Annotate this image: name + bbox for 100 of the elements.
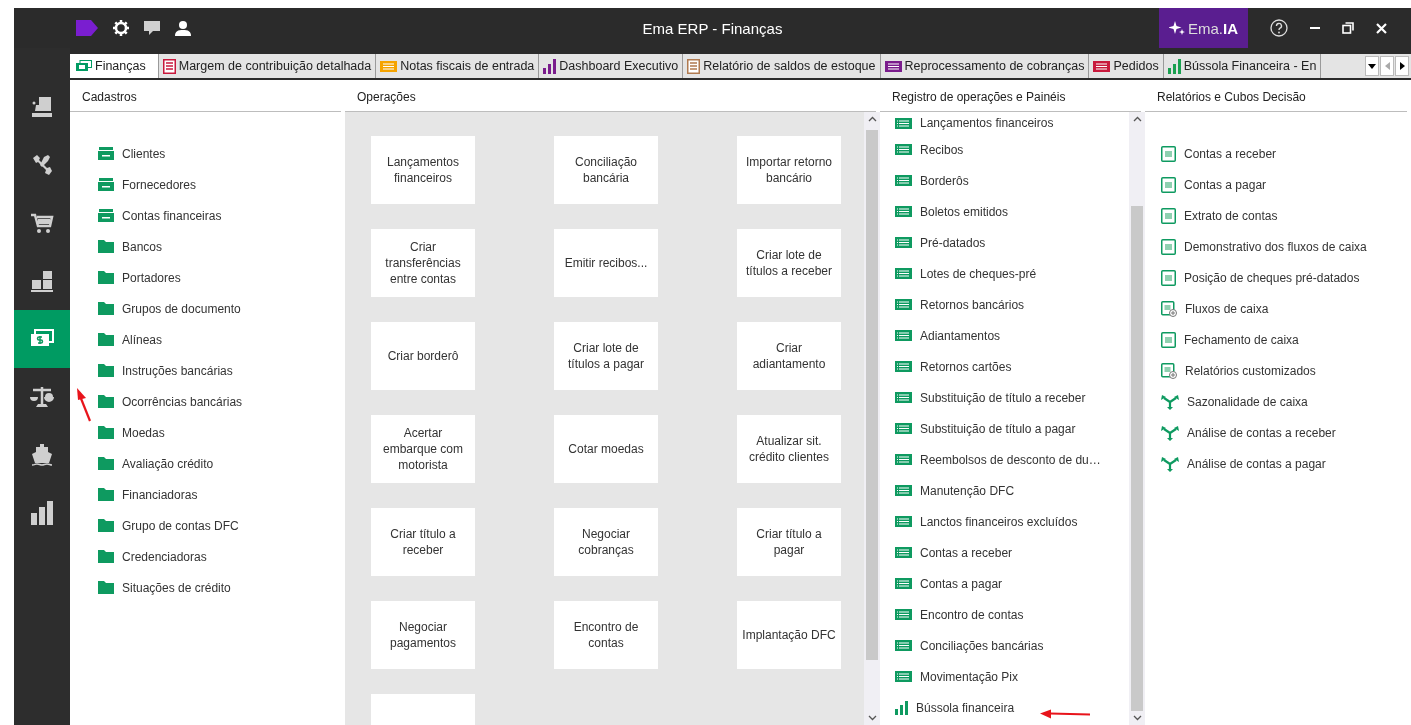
list-item[interactable]: Retornos bancários: [895, 289, 1129, 320]
list-item[interactable]: Contas a receber: [895, 537, 1129, 568]
operation-tile[interactable]: Emitir recibos...: [554, 229, 658, 297]
list-item[interactable]: Fluxos de caixa: [1161, 293, 1411, 324]
list-item[interactable]: Retornos cartões: [895, 351, 1129, 382]
operation-tile[interactable]: Negociar pagamentos: [371, 601, 475, 669]
list-item[interactable]: Lanctos financeiros excluídos: [895, 506, 1129, 537]
operation-tile[interactable]: Acertar embarque com motorista: [371, 415, 475, 483]
list-item[interactable]: Substituição de título a pagar: [895, 413, 1129, 444]
list-item[interactable]: Financiadoras: [98, 479, 345, 510]
scrollbar-thumb[interactable]: [1131, 206, 1143, 711]
restore-icon[interactable]: [1342, 22, 1354, 34]
operation-tile[interactable]: Lançamentos financeiros: [371, 136, 475, 204]
scroll-up-icon[interactable]: [867, 116, 877, 122]
document-icon: [1161, 238, 1176, 255]
bar-chart-icon: [30, 500, 54, 526]
operation-tile[interactable]: Criar título a receber: [371, 508, 475, 576]
list-item[interactable]: Análise de contas a receber: [1161, 417, 1411, 448]
folder-icon: [98, 302, 114, 315]
list-item[interactable]: Ocorrências bancárias: [98, 386, 345, 417]
list-item[interactable]: Contas a pagar: [1161, 169, 1411, 200]
tab[interactable]: Finanças: [70, 54, 159, 78]
list-icon: [895, 423, 912, 434]
folder-icon: [98, 426, 114, 439]
list-item[interactable]: Grupo de contas DFC: [98, 510, 345, 541]
operation-tile[interactable]: Criar título a pagar: [737, 508, 841, 576]
list-item[interactable]: Fornecedores: [98, 169, 345, 200]
operation-tile[interactable]: Importar retorno bancário: [737, 136, 841, 204]
assistant-button[interactable]: Ema.IA: [1159, 8, 1248, 48]
operation-tile[interactable]: Conciliação bancária: [554, 136, 658, 204]
scrollbar[interactable]: [1129, 112, 1145, 725]
list-item[interactable]: Movimentação Pix: [895, 661, 1129, 692]
list-item[interactable]: Grupos de documento: [98, 293, 345, 324]
scroll-down-icon[interactable]: [1132, 715, 1142, 721]
operation-tile[interactable]: Criar borderô: [371, 322, 475, 390]
operation-tile[interactable]: Implantação DFC: [737, 601, 841, 669]
list-item[interactable]: Encontro de contas: [895, 599, 1129, 630]
operation-tile[interactable]: Encontro de contas: [554, 601, 658, 669]
list-item[interactable]: Sazonalidade de caixa: [1161, 386, 1411, 417]
scroll-right-button[interactable]: [1395, 56, 1409, 76]
operation-tile[interactable]: Criar adiantamento: [737, 322, 841, 390]
list-icon: [895, 268, 912, 279]
list-item[interactable]: Reembolsos de desconto de du…: [895, 444, 1129, 475]
caret-down-icon: [1368, 63, 1376, 69]
operation-tile[interactable]: Criar transferências entre contas: [371, 229, 475, 297]
help-icon[interactable]: [1270, 19, 1288, 37]
section-header: Registro de operações e Painéis: [880, 80, 1141, 112]
list-item[interactable]: Extrato de contas: [1161, 200, 1411, 231]
scroll-up-icon[interactable]: [1132, 116, 1142, 122]
list-icon: [895, 299, 912, 310]
list-item[interactable]: Portadores: [98, 262, 345, 293]
list-item[interactable]: Situações de crédito: [98, 572, 345, 603]
scrollbar-thumb[interactable]: [866, 130, 878, 660]
cart-icon: [30, 211, 54, 235]
list-item[interactable]: Boletos emitidos: [895, 196, 1129, 227]
document-icon: [1161, 176, 1176, 193]
minimize-icon[interactable]: [1310, 26, 1320, 30]
folder-icon: [98, 333, 114, 346]
list-item[interactable]: Lotes de cheques-pré: [895, 258, 1129, 289]
scrollbar[interactable]: [864, 112, 880, 725]
list-item[interactable]: Credenciadoras: [98, 541, 345, 572]
list-item[interactable]: Alíneas: [98, 324, 345, 355]
operation-tile[interactable]: Cotar moedas: [554, 415, 658, 483]
list-item[interactable]: Fechamento de caixa: [1161, 324, 1411, 355]
list-item[interactable]: Instruções bancárias: [98, 355, 345, 386]
list-item[interactable]: Demonstrativo dos fluxos de caixa: [1161, 231, 1411, 262]
list-item[interactable]: Lançamentos financeiros: [895, 112, 1129, 134]
list-item[interactable]: Relatórios customizados: [1161, 355, 1411, 386]
list-item[interactable]: Moedas: [98, 417, 345, 448]
operation-tile[interactable]: Negociar cobranças: [554, 508, 658, 576]
list-item[interactable]: Bússola financeira: [895, 692, 1129, 723]
list-item[interactable]: Pré-datados: [895, 227, 1129, 258]
folder-icon: [98, 364, 114, 377]
operation-tile[interactable]: Criar lote de títulos a pagar: [554, 322, 658, 390]
scroll-down-icon[interactable]: [867, 715, 877, 721]
branch-arrows-icon: [1161, 455, 1179, 472]
list-item[interactable]: Análise de contas a pagar: [1161, 448, 1411, 479]
list-item[interactable]: Substituição de título a receber: [895, 382, 1129, 413]
chat-icon[interactable]: [144, 20, 160, 36]
list-item[interactable]: Posição de cheques pré-datados: [1161, 262, 1411, 293]
list-item[interactable]: Avaliação crédito: [98, 448, 345, 479]
list-item[interactable]: Contas a pagar: [895, 568, 1129, 599]
list-item[interactable]: Clientes: [98, 138, 345, 169]
list-icon: [895, 392, 912, 403]
list-item[interactable]: Recibos: [895, 134, 1129, 165]
caret-right-icon: [1399, 62, 1405, 70]
list-item[interactable]: Adiantamentos: [895, 320, 1129, 351]
user-icon[interactable]: [175, 20, 191, 36]
tab-list-button[interactable]: [1365, 56, 1379, 76]
operation-tile[interactable]: Atualizar sit. crédito clientes: [737, 415, 841, 483]
scale-icon: [29, 385, 55, 409]
operation-tile[interactable]: Criar lote de títulos a receber: [737, 229, 841, 297]
list-item[interactable]: Conciliações bancárias: [895, 630, 1129, 661]
list-item[interactable]: Contas financeiras: [98, 200, 345, 231]
list-item[interactable]: Manutenção DFC: [895, 475, 1129, 506]
list-item[interactable]: Contas a receber: [1161, 138, 1411, 169]
list-item[interactable]: Borderôs: [895, 165, 1129, 196]
close-icon[interactable]: [1376, 22, 1387, 34]
list-item[interactable]: Bancos: [98, 231, 345, 262]
settings-icon[interactable]: [113, 20, 129, 36]
